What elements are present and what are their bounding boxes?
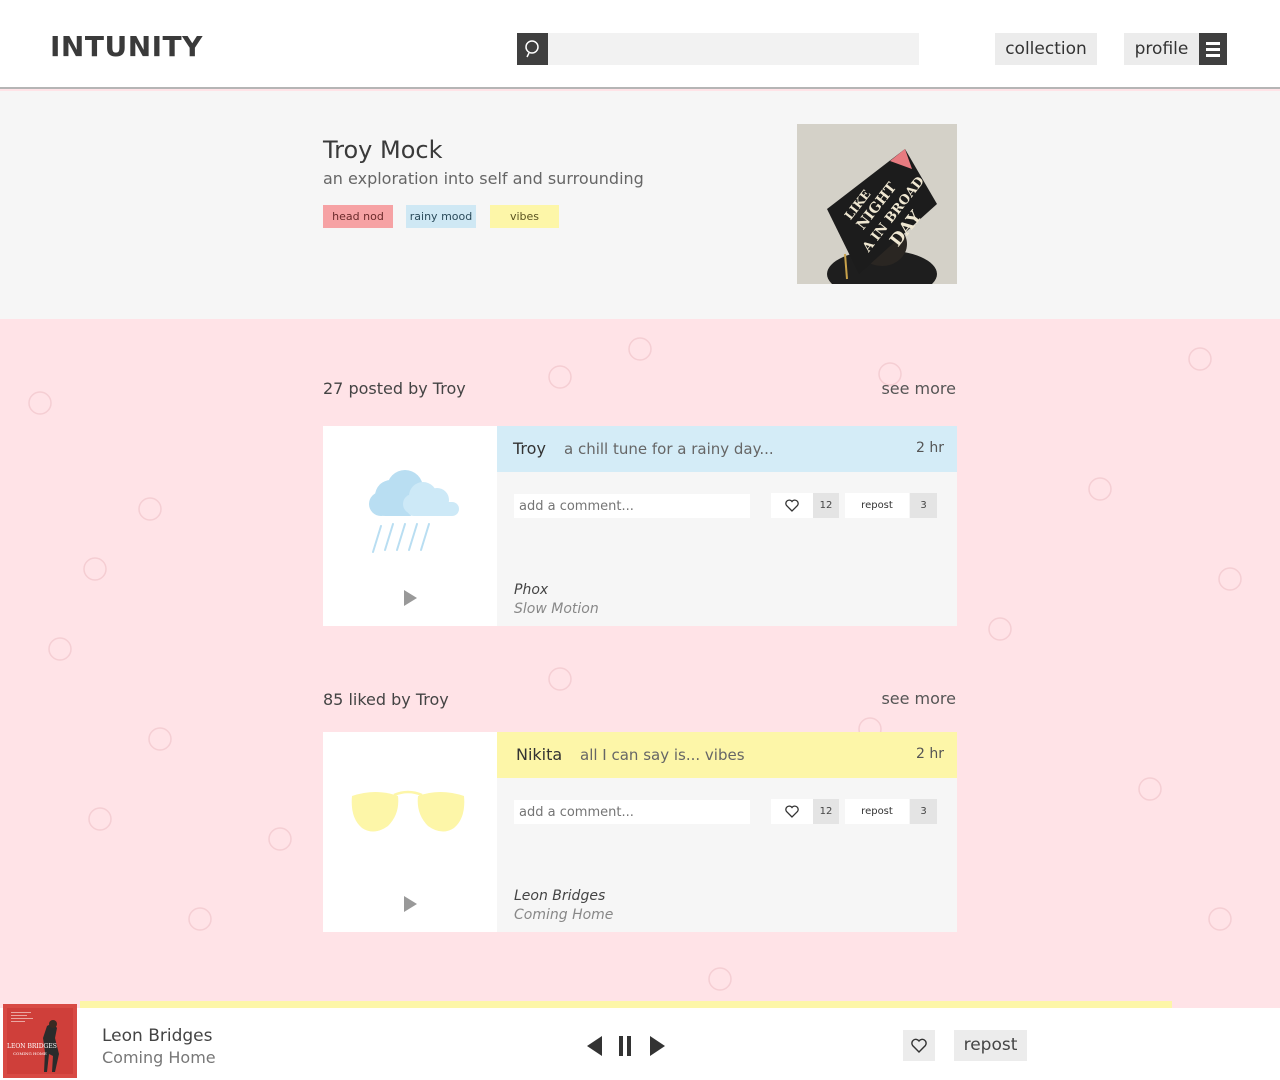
- post-art: [323, 426, 497, 626]
- heart-icon: [911, 1038, 927, 1053]
- post-caption: a chill tune for a rainy day...: [564, 440, 774, 458]
- profile-subtitle: an exploration into self and surrounding: [323, 169, 644, 188]
- post-art: [323, 732, 497, 932]
- app-logo[interactable]: INTUNITY: [50, 30, 203, 63]
- track-artist[interactable]: Leon Bridges: [514, 888, 605, 904]
- now-playing-track[interactable]: Coming Home: [102, 1048, 216, 1067]
- top-header: INTUNITY collection profile: [0, 0, 1280, 89]
- track-title[interactable]: Slow Motion: [514, 601, 599, 617]
- comment-input[interactable]: [514, 800, 750, 824]
- now-playing-album-art: LEON BRIDGES COMING HOME: [3, 1004, 77, 1078]
- post-timestamp: 2 hr: [916, 440, 944, 456]
- like-count: 12: [813, 799, 839, 824]
- heart-icon: [785, 499, 799, 512]
- rain-cloud-icon: [369, 470, 459, 553]
- mood-tag-vibes[interactable]: vibes: [490, 205, 559, 228]
- like-count: 12: [813, 493, 839, 518]
- sunglasses-icon: [351, 790, 465, 832]
- profile-nav-button[interactable]: profile: [1124, 33, 1199, 65]
- album-art-subtitle: COMING HOME: [13, 1051, 47, 1056]
- now-playing-bar: LEON BRIDGES COMING HOME Leon Bridges Co…: [0, 1004, 1280, 1080]
- play-icon[interactable]: [402, 590, 418, 606]
- posted-section-title: 27 posted by Troy: [323, 379, 466, 398]
- next-track-icon[interactable]: [649, 1036, 667, 1056]
- comment-input[interactable]: [514, 494, 750, 518]
- collection-nav-button[interactable]: collection: [995, 33, 1097, 65]
- repost-count: 3: [910, 799, 937, 824]
- post-header: Nikita all I can say is... vibes 2 hr: [497, 732, 957, 778]
- search-input[interactable]: [548, 33, 919, 65]
- post-header: Troy a chill tune for a rainy day... 2 h…: [497, 426, 957, 472]
- liked-section-title: 85 liked by Troy: [323, 690, 449, 709]
- post-timestamp: 2 hr: [916, 746, 944, 762]
- like-button[interactable]: [771, 799, 813, 824]
- hamburger-menu-icon: [1206, 54, 1220, 57]
- album-art-title: LEON BRIDGES: [7, 1043, 57, 1050]
- playback-progress-bar[interactable]: [80, 1001, 1172, 1008]
- repost-button[interactable]: repost: [845, 493, 909, 518]
- post-username[interactable]: Nikita: [516, 745, 562, 764]
- post-caption: all I can say is... vibes: [580, 746, 745, 764]
- post-username[interactable]: Troy: [513, 439, 546, 458]
- previous-track-icon[interactable]: [585, 1036, 603, 1056]
- track-artist[interactable]: Phox: [514, 582, 548, 598]
- profile-header: Troy Mock an exploration into self and s…: [0, 91, 1280, 319]
- like-button[interactable]: [771, 493, 813, 518]
- now-playing-like-button[interactable]: [903, 1030, 935, 1061]
- search-button[interactable]: [517, 33, 548, 65]
- repost-count: 3: [910, 493, 937, 518]
- hamburger-menu-icon: [1206, 42, 1220, 45]
- now-playing-artist[interactable]: Leon Bridges: [102, 1026, 212, 1046]
- profile-name: Troy Mock: [323, 136, 443, 164]
- hamburger-menu-icon: [1206, 48, 1220, 51]
- post-card: Troy a chill tune for a rainy day... 2 h…: [323, 426, 957, 626]
- search-icon: [525, 40, 539, 58]
- profile-photo: LIKE NIGHT A IN BROAD DAY: [797, 124, 957, 284]
- heart-icon: [785, 805, 799, 818]
- see-more-posted-link[interactable]: see more: [881, 379, 956, 398]
- pause-icon[interactable]: [618, 1036, 632, 1056]
- menu-button[interactable]: [1199, 33, 1227, 65]
- mood-tag-head-nod[interactable]: head nod: [323, 205, 393, 228]
- search-bar: [517, 33, 919, 65]
- mood-tag-rainy-mood[interactable]: rainy mood: [406, 205, 476, 228]
- track-title[interactable]: Coming Home: [514, 907, 613, 923]
- repost-button[interactable]: repost: [845, 799, 909, 824]
- now-playing-repost-button[interactable]: repost: [954, 1030, 1027, 1061]
- play-icon[interactable]: [402, 896, 418, 912]
- see-more-liked-link[interactable]: see more: [881, 689, 956, 708]
- post-card: Nikita all I can say is... vibes 2 hr 12…: [323, 732, 957, 932]
